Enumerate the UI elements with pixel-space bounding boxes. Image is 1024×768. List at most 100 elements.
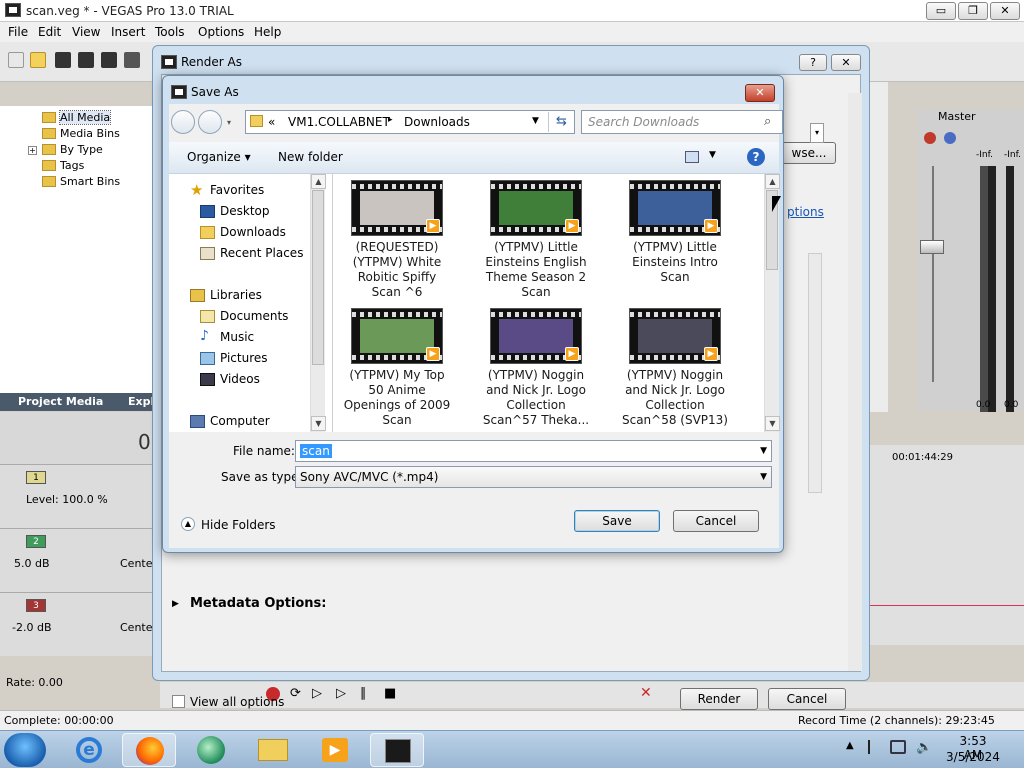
tray-expand-icon[interactable]: ▲	[846, 740, 854, 751]
help-icon[interactable]: ?	[747, 148, 765, 166]
new-icon[interactable]	[8, 52, 24, 68]
recent-pages-icon[interactable]: ▾	[227, 118, 231, 127]
metadata-options-label[interactable]: Metadata Options:	[190, 596, 326, 611]
nav-desktop[interactable]: Desktop	[200, 204, 270, 218]
save-type-dropdown-icon[interactable]: ▼	[760, 467, 767, 487]
nav-scroll-thumb[interactable]	[312, 190, 324, 365]
new-folder-button[interactable]: New folder	[278, 150, 343, 164]
file-item[interactable]: ▶ (YTPMV) Noggin and Nick Jr. Logo Collect…	[476, 308, 596, 428]
dropdown-arrow[interactable]: ▾	[810, 123, 824, 143]
taskbar-firefox[interactable]	[122, 733, 176, 767]
maximize-button[interactable]: ❐	[958, 2, 988, 20]
save-as-icon[interactable]	[78, 52, 94, 68]
flag-icon[interactable]	[868, 740, 880, 754]
taskbar-explorer[interactable]	[246, 733, 300, 767]
track-2[interactable]: 2 5.0 dB Center	[0, 528, 157, 592]
hide-folders-icon[interactable]: ▲	[181, 517, 195, 531]
track-1[interactable]: 1 Level: 100.0 %	[0, 464, 155, 528]
render-list-scrollbar[interactable]	[808, 253, 822, 493]
menu-help[interactable]: Help	[254, 25, 281, 39]
view-all-options-checkbox[interactable]	[172, 695, 185, 708]
browse-button[interactable]: wse...	[782, 142, 836, 164]
stop-icon[interactable]: ■	[384, 686, 396, 701]
breadcrumb-prefix[interactable]: «	[268, 115, 275, 129]
save-close-button[interactable]: ✕	[745, 84, 775, 102]
render-button[interactable]: Render	[680, 688, 758, 710]
nav-music[interactable]: ♪ Music	[200, 328, 254, 344]
breadcrumb-separator-icon[interactable]: ▸	[388, 115, 393, 125]
network-icon[interactable]	[890, 740, 906, 754]
file-item[interactable]: ▶ (YTPMV) Noggin and Nick Jr. Logo Collect…	[615, 308, 735, 428]
file-item[interactable]: ▶ (YTPMV) Little Einsteins Intro Scan	[615, 180, 735, 285]
nav-downloads[interactable]: Downloads	[200, 225, 286, 239]
minimize-button[interactable]: ▭	[926, 2, 956, 20]
file-item[interactable]: ▶ (YTPMV) Little Einsteins English Theme S…	[476, 180, 596, 300]
taskbar-vegas[interactable]	[370, 733, 424, 767]
delete-icon[interactable]: ✕	[640, 685, 652, 701]
breadcrumb-downloads[interactable]: Downloads	[404, 115, 470, 129]
properties-icon[interactable]	[124, 52, 140, 68]
organize-button[interactable]: Organize ▾	[187, 150, 251, 164]
file-name-value[interactable]: scan	[300, 444, 332, 458]
nav-documents[interactable]: Documents	[200, 309, 288, 323]
breadcrumb-root[interactable]: VM1.COLLABNET	[288, 115, 390, 129]
volume-icon[interactable]: 🔈	[916, 740, 932, 755]
menu-file[interactable]: File	[8, 25, 28, 39]
track-3[interactable]: 3 -2.0 dB Center	[0, 592, 157, 656]
mute-icon[interactable]	[944, 132, 956, 144]
play-icon[interactable]: ▷	[336, 686, 346, 701]
files-scroll-down[interactable]: ▼	[765, 416, 780, 431]
file-item[interactable]: ▶ (REQUESTED) (YTPMV) White Robitic Spiffy…	[337, 180, 457, 300]
render-close-button[interactable]: ✕	[831, 54, 861, 71]
open-icon[interactable]	[30, 52, 46, 68]
nav-favorites[interactable]: ★ Favorites	[190, 181, 264, 199]
search-input[interactable]: Search Downloads ⌕	[581, 110, 783, 134]
view-all-options-label[interactable]: View all options	[190, 695, 284, 709]
save-as-type-select[interactable]: Sony AVC/MVC (*.mp4) ▼	[295, 466, 772, 488]
nav-scrollbar[interactable]: ▲ ▼	[310, 174, 326, 432]
save-cancel-button[interactable]: Cancel	[673, 510, 759, 532]
save-button[interactable]: Save	[574, 510, 660, 532]
render-dialog-scrollbar[interactable]	[848, 93, 862, 671]
master-fader[interactable]	[920, 240, 944, 254]
render-help-button[interactable]: ?	[799, 54, 827, 71]
expand-arrow-icon[interactable]: ▶	[172, 599, 179, 609]
render-icon[interactable]	[101, 52, 117, 68]
address-dropdown-icon[interactable]: ▼	[532, 116, 539, 126]
nav-videos[interactable]: Videos	[200, 372, 260, 386]
taskbar-ie[interactable]: e	[62, 733, 116, 767]
options-link[interactable]: ptions	[787, 205, 824, 219]
nav-recent-places[interactable]: Recent Places	[200, 246, 303, 260]
file-name-dropdown-icon[interactable]: ▼	[760, 441, 767, 461]
expand-by-type[interactable]: +	[28, 146, 37, 155]
clock-date[interactable]: 3/5/2024	[946, 750, 1000, 764]
pause-icon[interactable]: ∥	[360, 686, 367, 701]
search-icon[interactable]: ⌕	[764, 114, 771, 129]
nav-pictures[interactable]: Pictures	[200, 351, 268, 365]
nav-computer[interactable]: Computer	[190, 414, 270, 428]
file-item[interactable]: ▶ (YTPMV) My Top 50 Anime Openings of 2009…	[337, 308, 457, 428]
file-name-input[interactable]: scan ▼	[295, 440, 772, 462]
view-dropdown-icon[interactable]: ▼	[709, 150, 716, 160]
save-icon[interactable]	[55, 52, 71, 68]
render-cancel-button[interactable]: Cancel	[768, 688, 846, 710]
nav-libraries[interactable]: Libraries	[190, 288, 262, 302]
file-list-scrollbar[interactable]: ▲ ▼	[764, 174, 780, 432]
menu-edit[interactable]: Edit	[38, 25, 61, 39]
loop-icon[interactable]: ⟳	[290, 686, 301, 701]
menu-options[interactable]: Options	[198, 25, 244, 39]
nav-scroll-up[interactable]: ▲	[311, 174, 326, 189]
taskbar-media-player[interactable]: ▶	[308, 733, 362, 767]
hide-folders-button[interactable]: Hide Folders	[201, 518, 276, 532]
close-window-button[interactable]: ✕	[990, 2, 1020, 20]
refresh-icon[interactable]: ⇆	[548, 112, 574, 132]
nav-scroll-down[interactable]: ▼	[311, 416, 326, 431]
menu-insert[interactable]: Insert	[111, 25, 145, 39]
start-button[interactable]	[4, 733, 46, 767]
forward-button[interactable]	[198, 110, 222, 134]
address-bar[interactable]: « VM1.COLLABNET ▸ Downloads ▼ ⇆	[245, 110, 575, 134]
menu-view[interactable]: View	[72, 25, 100, 39]
view-options-icon[interactable]	[685, 151, 699, 163]
play-from-start-icon[interactable]: ▷	[312, 686, 322, 701]
back-button[interactable]	[171, 110, 195, 134]
